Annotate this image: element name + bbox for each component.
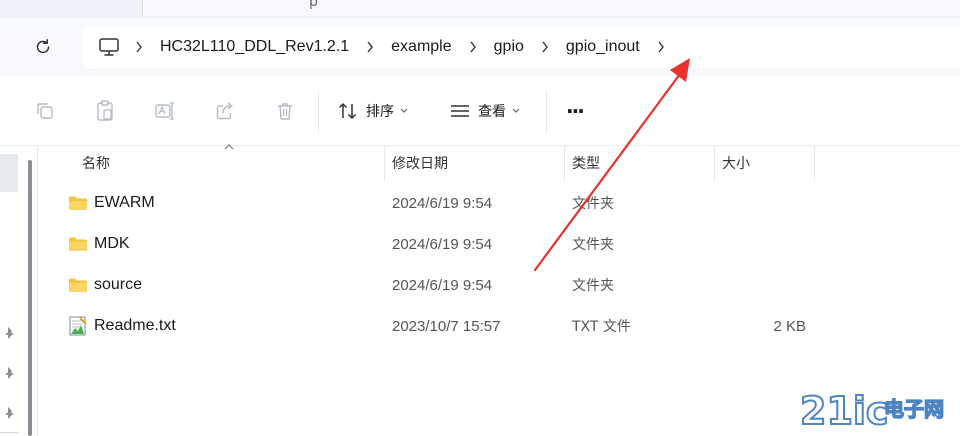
delete-button[interactable] (272, 98, 298, 124)
tab-strip: p (0, 0, 960, 18)
sort-label: 排序 (366, 104, 394, 120)
chevron-right-icon[interactable] (648, 37, 674, 57)
text-file-icon (69, 316, 87, 336)
file-size (750, 183, 806, 223)
column-header-row: 名称 修改日期 类型 大小 (38, 144, 960, 180)
file-name-cell: Readme.txt (68, 306, 176, 346)
nav-selected-item[interactable] (0, 154, 18, 192)
navigation-pane (0, 146, 38, 436)
view-label: 查看 (478, 104, 506, 120)
file-row[interactable]: source 2024/6/19 9:54 文件夹 (60, 265, 960, 305)
active-tab[interactable]: p (142, 0, 960, 16)
view-menu-button[interactable]: 查看 (450, 98, 520, 124)
more-icon: ··· (566, 99, 585, 123)
this-pc-icon[interactable] (98, 37, 120, 57)
column-header-size[interactable]: 大小 (714, 146, 814, 180)
view-list-icon (451, 105, 469, 117)
file-name-cell: MDK (68, 224, 130, 264)
breadcrumb-item[interactable]: gpio (486, 38, 532, 56)
chevron-right-icon[interactable] (357, 37, 383, 57)
trash-icon (278, 103, 292, 120)
file-row[interactable]: Readme.txt 2023/10/7 15:57 TXT 文件 2 KB (60, 306, 960, 346)
chevron-right-icon[interactable] (460, 37, 486, 57)
column-header-type[interactable]: 类型 (564, 146, 714, 180)
file-type: 文件夹 (572, 237, 614, 253)
chevron-down-icon (400, 108, 408, 113)
file-modified: 2024/6/19 9:54 (392, 235, 493, 253)
chevron-down-icon (512, 108, 520, 113)
command-bar: 排序 查看 ··· (0, 76, 960, 146)
pin-icon[interactable] (3, 406, 17, 420)
file-modified: 2024/6/19 9:54 (392, 276, 493, 294)
breadcrumb-item[interactable]: example (383, 38, 459, 56)
watermark-logo-b: 电子网 (884, 397, 944, 421)
chevron-right-icon[interactable] (126, 37, 152, 57)
file-modified: 2023/10/7 15:57 (392, 317, 501, 335)
column-divider[interactable] (814, 146, 815, 180)
file-size (750, 224, 806, 264)
nav-scrollbar[interactable] (28, 160, 32, 436)
site-watermark: 21ic 电子网 (799, 386, 956, 434)
file-name: Readme.txt (94, 317, 176, 334)
breadcrumb-item[interactable]: HC32L110_DDL_Rev1.2.1 (152, 38, 357, 56)
address-bar[interactable]: HC32L110_DDL_Rev1.2.1 example gpio gpio_… (82, 26, 960, 68)
file-type: TXT 文件 (572, 319, 631, 335)
share-icon (216, 102, 233, 120)
file-size: 2 KB (773, 317, 806, 335)
column-header-modified[interactable]: 修改日期 (384, 146, 564, 180)
file-name: MDK (94, 235, 130, 252)
watermark-logo-a: 21ic (800, 389, 888, 432)
more-options-button[interactable]: ··· (566, 98, 585, 124)
rename-icon (155, 102, 174, 120)
sort-menu-button[interactable]: 排序 (338, 98, 408, 124)
chevron-right-icon[interactable] (532, 37, 558, 57)
folder-icon (69, 196, 87, 210)
breadcrumb-item-current[interactable]: gpio_inout (558, 38, 648, 56)
file-modified: 2024/6/19 9:54 (392, 194, 493, 212)
refresh-button[interactable] (28, 32, 58, 62)
file-name-cell: EWARM (68, 183, 155, 223)
file-row[interactable]: EWARM 2024/6/19 9:54 文件夹 (60, 183, 960, 223)
folder-icon (69, 278, 87, 292)
toolbar-divider (546, 92, 547, 132)
copy-button[interactable] (32, 98, 58, 124)
nav-divider (0, 432, 18, 433)
file-name: EWARM (94, 194, 155, 211)
rename-button[interactable] (152, 98, 178, 124)
refresh-icon (36, 39, 50, 54)
paste-button[interactable] (92, 98, 118, 124)
file-type: 文件夹 (572, 196, 614, 212)
pin-icon[interactable] (3, 366, 17, 380)
navigation-bar: HC32L110_DDL_Rev1.2.1 example gpio gpio_… (0, 18, 960, 76)
share-button[interactable] (212, 98, 238, 124)
tab-title: p (309, 0, 318, 10)
file-type: 文件夹 (572, 278, 614, 294)
file-name: source (94, 276, 143, 293)
file-row[interactable]: MDK 2024/6/19 9:54 文件夹 (60, 224, 960, 264)
folder-icon (69, 237, 87, 251)
paste-icon (97, 100, 113, 121)
toolbar-divider (318, 92, 319, 132)
sort-icon (338, 103, 357, 119)
file-name-cell: source (68, 265, 142, 305)
file-size (750, 265, 806, 305)
column-header-name[interactable]: 名称 (74, 146, 382, 180)
pin-icon[interactable] (3, 326, 17, 340)
copy-icon (37, 103, 53, 119)
